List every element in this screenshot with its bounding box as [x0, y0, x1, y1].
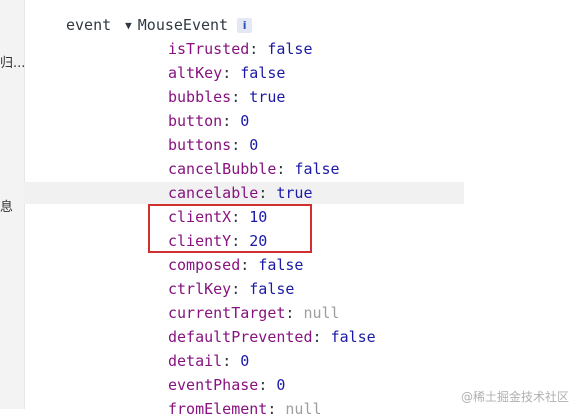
property-value: false — [330, 328, 376, 346]
property-row-cancelable[interactable]: cancelable: true — [168, 182, 313, 204]
property-value: false — [249, 280, 295, 298]
property-row-buttons[interactable]: buttons: 0 — [168, 134, 258, 156]
property-separator: : — [231, 88, 250, 106]
property-key: cancelBubble — [168, 160, 277, 178]
property-value: null — [285, 400, 322, 418]
property-separator: : — [222, 112, 241, 130]
property-value: 0 — [240, 352, 250, 370]
property-row-altkey[interactable]: altKey: false — [168, 62, 285, 84]
property-separator: : — [312, 328, 331, 346]
property-row-composed[interactable]: composed: false — [168, 254, 303, 276]
property-row-fromelement[interactable]: fromElement: null — [168, 398, 322, 420]
property-key: button — [168, 112, 223, 130]
property-value: true — [276, 184, 313, 202]
property-value: null — [303, 304, 340, 322]
property-separator: : — [276, 160, 295, 178]
property-key: fromElement — [168, 400, 268, 418]
property-value: false — [258, 256, 304, 274]
property-key: detail — [168, 352, 223, 370]
property-key: ctrlKey — [168, 280, 232, 298]
expand-arrow-icon[interactable]: ▼ — [125, 19, 132, 32]
highlight-box — [148, 204, 312, 253]
property-separator: : — [258, 376, 277, 394]
property-value: 0 — [276, 376, 286, 394]
property-value: false — [294, 160, 340, 178]
property-key: altKey — [168, 64, 223, 82]
property-separator: : — [222, 352, 241, 370]
property-separator: : — [249, 40, 268, 58]
property-key: cancelable — [168, 184, 259, 202]
property-row-button[interactable]: button: 0 — [168, 110, 249, 132]
property-key: isTrusted — [168, 40, 250, 58]
property-key: defaultPrevented — [168, 328, 313, 346]
property-row-ctrlkey[interactable]: ctrlKey: false — [168, 278, 294, 300]
property-separator: : — [285, 304, 304, 322]
left-panel-text-top: 归... — [0, 56, 26, 71]
property-key: eventPhase — [168, 376, 259, 394]
property-value: false — [267, 40, 313, 58]
event-key: event — [66, 16, 112, 34]
property-separator: : — [222, 64, 241, 82]
property-separator: : — [240, 256, 259, 274]
property-value: 0 — [249, 136, 259, 154]
property-key: buttons — [168, 136, 232, 154]
property-separator: : — [231, 280, 250, 298]
property-key: currentTarget — [168, 304, 286, 322]
info-icon[interactable]: i — [237, 17, 253, 33]
event-object-header[interactable]: event ▼ MouseEvent i — [66, 14, 253, 36]
property-row-cancelbubble[interactable]: cancelBubble: false — [168, 158, 340, 180]
property-row-eventphase[interactable]: eventPhase: 0 — [168, 374, 285, 396]
property-separator: : — [258, 184, 277, 202]
property-value: true — [249, 88, 286, 106]
property-separator: : — [267, 400, 286, 418]
property-separator: : — [231, 136, 250, 154]
property-key: composed — [168, 256, 241, 274]
watermark: @稀土掘金技术社区 — [460, 390, 569, 404]
property-row-defaultprevented[interactable]: defaultPrevented: false — [168, 326, 376, 348]
property-key: bubbles — [168, 88, 232, 106]
property-row-detail[interactable]: detail: 0 — [168, 350, 249, 372]
property-row-istrusted[interactable]: isTrusted: false — [168, 38, 313, 60]
left-panel-text-bottom: 息 — [0, 200, 14, 215]
event-type: MouseEvent — [137, 16, 229, 34]
property-value: 0 — [240, 112, 250, 130]
property-row-currenttarget[interactable]: currentTarget: null — [168, 302, 340, 324]
property-value: false — [240, 64, 286, 82]
property-row-bubbles[interactable]: bubbles: true — [168, 86, 285, 108]
